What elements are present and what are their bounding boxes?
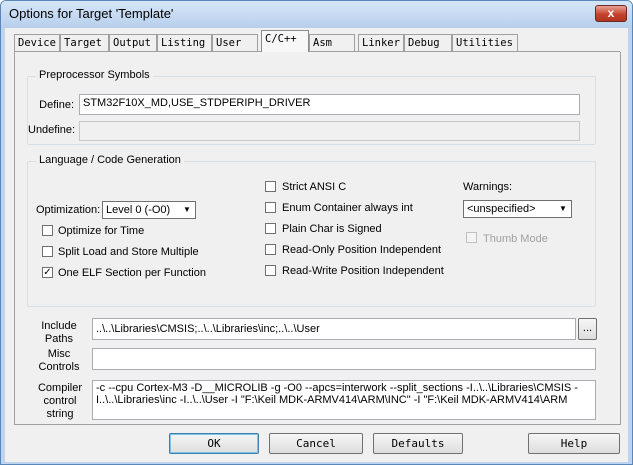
optimization-label: Optimization: [36,204,101,216]
warnings-select[interactable]: <unspecified> ▼ [463,200,572,218]
preprocessor-title: Preprocessor Symbols [36,69,153,81]
undefine-label: Undefine: [28,124,76,136]
enum-container-checkbox[interactable] [265,202,276,213]
chevron-down-icon: ▼ [183,205,191,214]
tab-asm[interactable]: Asm [309,34,355,51]
warnings-label: Warnings: [463,181,513,193]
tab-listing[interactable]: Listing [157,34,212,51]
language-group: Language / Code Generation Optimization:… [27,154,596,307]
ropi-checkbox[interactable] [265,244,276,255]
tab-debug[interactable]: Debug [404,34,452,51]
optimize-time-label: Optimize for Time [58,225,145,237]
tab-utilities[interactable]: Utilities [452,34,518,51]
define-label: Define: [39,99,74,111]
ok-button[interactable]: OK [169,433,259,454]
rwpi-checkbox[interactable] [265,265,276,276]
misc-controls-input[interactable] [92,348,596,370]
help-button[interactable]: Help [528,433,620,454]
tab-target[interactable]: Target [60,34,109,51]
include-paths-input[interactable]: ..\..\Libraries\CMSIS;..\..\Libraries\in… [92,318,576,340]
thumb-mode-checkbox [466,232,477,243]
tab-output[interactable]: Output [109,34,157,51]
language-title: Language / Code Generation [36,154,184,166]
optimize-time-checkbox[interactable] [42,225,53,236]
title-bar[interactable]: Options for Target 'Template' x [1,1,632,28]
tab-strip: Device Target Output Listing User C/C++ … [14,30,620,52]
ropi-label: Read-Only Position Independent [282,244,441,256]
tab-user[interactable]: User [212,34,258,51]
tab-linker[interactable]: Linker [358,34,404,51]
plain-char-label: Plain Char is Signed [282,223,382,235]
one-elf-label: One ELF Section per Function [58,267,206,279]
enum-container-label: Enum Container always int [282,202,413,214]
close-icon: x [607,6,615,20]
include-browse-button[interactable]: ... [578,318,597,340]
dialog-client: Device Target Output Listing User C/C++ … [5,28,628,462]
options-dialog: Options for Target 'Template' x Device T… [0,0,633,465]
include-paths-label: Include Paths [41,320,77,345]
chevron-down-icon: ▼ [559,204,567,213]
defaults-button[interactable]: Defaults [373,433,463,454]
strict-ansi-checkbox[interactable] [265,181,276,192]
close-button[interactable]: x [595,5,627,22]
c-cpp-page: Preprocessor Symbols Define: STM32F10X_M… [14,52,621,425]
window-title: Options for Target 'Template' [9,6,174,21]
split-load-label: Split Load and Store Multiple [58,246,199,258]
undefine-input[interactable] [79,121,580,141]
optimization-select[interactable]: Level 0 (-O0) ▼ [102,201,196,219]
compiler-control-label: Compiler control string [37,382,82,420]
compiler-control-string[interactable]: -c --cpu Cortex-M3 -D__MICROLIB -g -O0 -… [92,380,596,420]
one-elf-checkbox[interactable]: ✓ [42,267,53,278]
preprocessor-group: Preprocessor Symbols Define: STM32F10X_M… [27,69,596,145]
cancel-button[interactable]: Cancel [269,433,363,454]
rwpi-label: Read-Write Position Independent [282,265,444,277]
misc-controls-label: Misc Controls [38,348,80,373]
plain-char-checkbox[interactable] [265,223,276,234]
split-load-checkbox[interactable] [42,246,53,257]
tab-c-cpp[interactable]: C/C++ [261,30,309,52]
thumb-mode-label: Thumb Mode [483,233,548,245]
strict-ansi-label: Strict ANSI C [282,181,347,193]
define-input[interactable]: STM32F10X_MD,USE_STDPERIPH_DRIVER [79,94,580,115]
tab-device[interactable]: Device [14,34,60,51]
